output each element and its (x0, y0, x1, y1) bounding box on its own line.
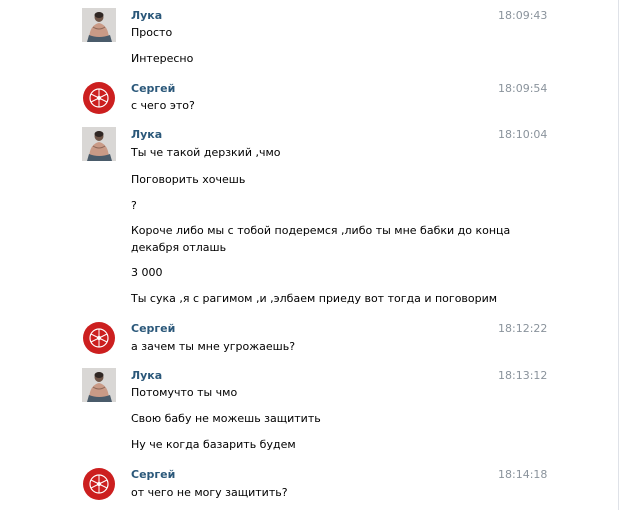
message-author[interactable]: Сергей (131, 81, 175, 96)
red-logo-icon (83, 322, 115, 354)
message-text: а зачем ты мне угрожаешь? (131, 340, 296, 353)
message-time[interactable]: 18:12:22 (498, 322, 547, 336)
message-text: Просто (131, 26, 173, 39)
avatar[interactable] (82, 368, 116, 402)
user-photo-icon (82, 368, 116, 402)
message-author[interactable]: Лука (131, 8, 162, 23)
message-time[interactable]: 18:14:18 (498, 468, 547, 482)
message-text: Интересно (131, 52, 194, 65)
message-time[interactable]: 18:09:54 (498, 82, 547, 96)
message-author[interactable]: Сергей (131, 321, 175, 336)
user-photo-icon (82, 127, 116, 161)
message-author[interactable]: Сергей (131, 467, 175, 482)
red-logo-icon (83, 468, 115, 500)
message-text: Ты сука ,я с рагимом ,и ,элбаем приеду в… (131, 292, 498, 305)
message-time[interactable]: 18:13:12 (498, 369, 547, 383)
avatar[interactable] (82, 8, 116, 42)
message-author[interactable]: Лука (131, 127, 162, 142)
message-time[interactable]: 18:09:43 (498, 9, 547, 23)
avatar[interactable] (82, 127, 116, 161)
avatar[interactable] (82, 321, 116, 355)
red-logo-icon (83, 82, 115, 114)
message-text: 3 000 (131, 266, 163, 279)
message-text: Ты че такой дерзкий ,чмо (131, 146, 281, 159)
message-text: Короче либо мы с тобой подеремся ,либо т… (131, 224, 511, 237)
message-text: декабря отлашь (131, 241, 227, 254)
message-text: Поговорить хочешь (131, 173, 246, 186)
message-text: с чего это? (131, 99, 195, 112)
message-text: от чего не могу защитить? (131, 486, 288, 499)
message-text: Потомучто ты чмо (131, 386, 238, 399)
message-author[interactable]: Лука (131, 368, 162, 383)
avatar[interactable] (82, 81, 116, 115)
message-text: Свою бабу не можешь защитить (131, 412, 321, 425)
avatar[interactable] (82, 467, 116, 501)
user-photo-icon (82, 8, 116, 42)
message-text: ? (131, 199, 137, 212)
message-text: Ну че когда базарить будем (131, 438, 296, 451)
message-time[interactable]: 18:10:04 (498, 128, 547, 142)
